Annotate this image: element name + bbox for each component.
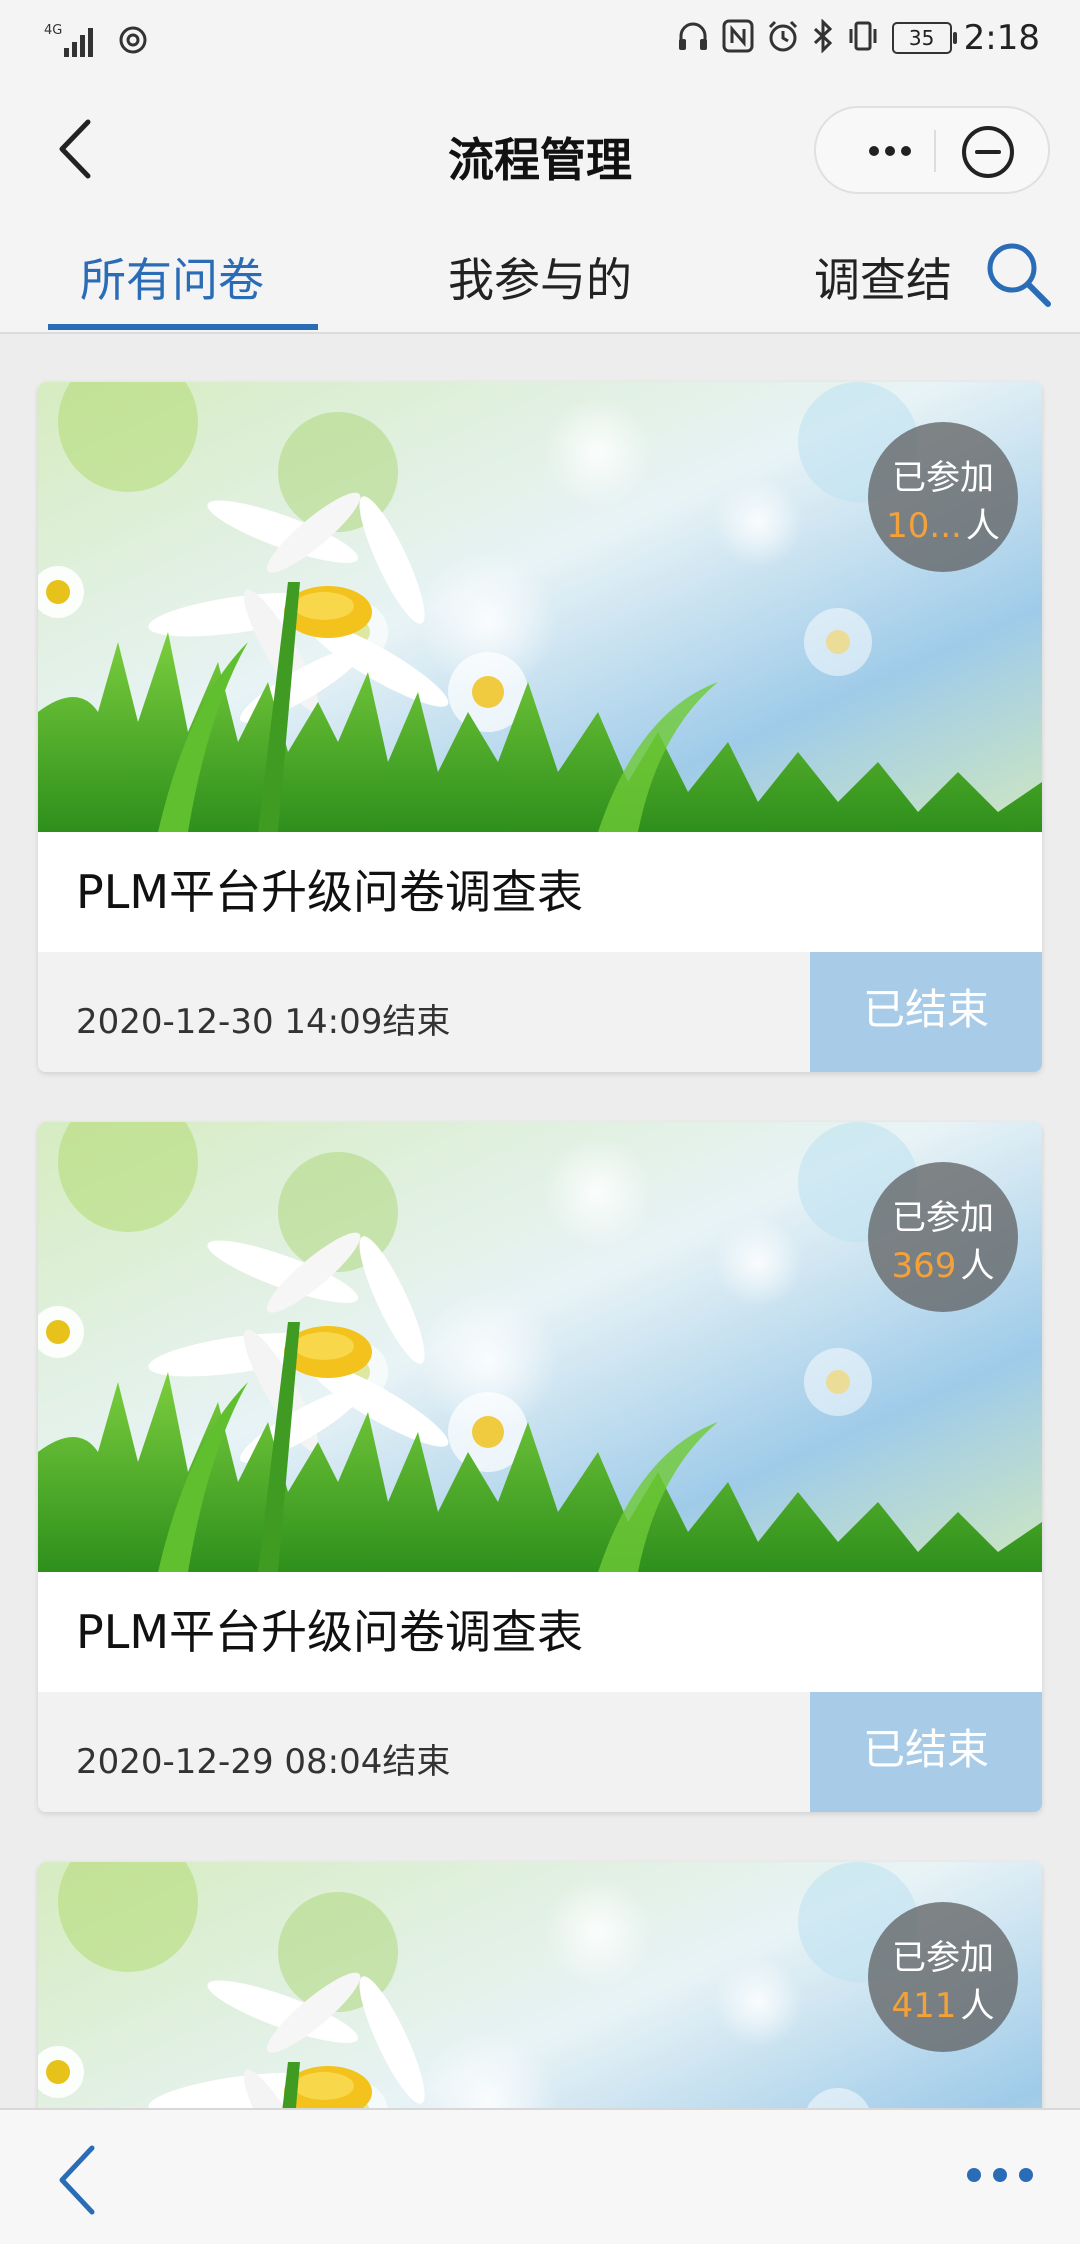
survey-title: PLM平台升级问卷调查表 [38, 832, 1042, 952]
badge-label: 已参加 [892, 1938, 994, 1978]
battery-icon: 35 [891, 22, 957, 54]
bottom-back-button[interactable] [50, 2140, 110, 2220]
participant-count: 10... [886, 506, 962, 546]
survey-card[interactable]: 已参加 10... 人 PLM平台升级问卷调查表 2020-12-30 14:09… [38, 382, 1042, 1072]
survey-card[interactable]: 已参加 369 人 PLM平台升级问卷调查表 2020-12-29 08:04结束… [38, 1122, 1042, 1812]
card-footer: 2020-12-30 14:09结束 已结束 [38, 952, 1042, 1072]
participant-unit: 人 [960, 1246, 995, 1286]
participant-unit: 人 [965, 506, 1000, 546]
nfc-icon [722, 19, 754, 57]
status-left: 4G [44, 20, 150, 64]
participants-badge: 已参加 411 人 [868, 1902, 1018, 2052]
chevron-left-icon [59, 2145, 95, 2215]
bluetooth-icon [812, 18, 834, 57]
bottom-more-button[interactable] [960, 2160, 1040, 2190]
vibrate-icon [846, 19, 880, 57]
more-dots-icon [869, 146, 911, 156]
tab-survey-results[interactable]: 调查结 [814, 244, 952, 310]
close-button[interactable] [958, 122, 1018, 182]
survey-cover-image: 已参加 10... 人 [38, 382, 1042, 832]
mini-program-capsule [814, 106, 1050, 194]
badge-label: 已参加 [892, 458, 994, 498]
status-button[interactable]: 已结束 [810, 952, 1042, 1072]
tab-all-surveys[interactable]: 所有问卷 [80, 244, 264, 310]
tab-my-participated[interactable]: 我参与的 [448, 244, 632, 310]
participant-unit: 人 [960, 1986, 995, 2026]
tab-indicator [48, 324, 318, 330]
sync-icon [116, 23, 150, 61]
title-bar: 流程管理 [0, 84, 1080, 220]
status-right: 35 2:18 [676, 18, 1040, 58]
page: 4G 35 2:18 流程管理 所有问卷 我参与的 调查结 已参加 10... … [0, 0, 1080, 2244]
badge-row: 10... 人 [868, 498, 1018, 547]
battery-level: 35 [908, 26, 935, 50]
search-button[interactable] [982, 238, 1054, 310]
bottom-nav-bar [0, 2108, 1080, 2244]
capsule-divider [934, 130, 936, 172]
participants-badge: 已参加 10... 人 [868, 422, 1018, 572]
survey-title: PLM平台升级问卷调查表 [38, 1572, 1042, 1692]
more-dots-icon [967, 2168, 1033, 2182]
participant-count: 369 [891, 1246, 957, 1286]
search-icon [987, 243, 1051, 307]
headphones-icon [676, 19, 710, 57]
more-button[interactable] [846, 124, 932, 178]
participants-badge: 已参加 369 人 [868, 1162, 1018, 1312]
badge-row: 369 人 [868, 1238, 1018, 1287]
clock: 2:18 [963, 18, 1040, 58]
badge-row: 411 人 [868, 1978, 1018, 2027]
badge-label: 已参加 [892, 1198, 994, 1238]
participant-count: 411 [891, 1986, 957, 2026]
network-label: 4G [44, 23, 62, 38]
signal-icon: 4G [44, 20, 102, 64]
minus-circle-icon [962, 126, 1014, 178]
end-date: 2020-12-30 14:09结束 [76, 1002, 451, 1042]
alarm-icon [766, 19, 800, 57]
tab-bar: 所有问卷 我参与的 调查结 [0, 220, 1080, 334]
card-footer: 2020-12-29 08:04结束 已结束 [38, 1692, 1042, 1812]
status-bar: 4G 35 2:18 [0, 0, 1080, 84]
survey-cover-image: 已参加 369 人 [38, 1122, 1042, 1572]
status-button[interactable]: 已结束 [810, 1692, 1042, 1812]
end-date: 2020-12-29 08:04结束 [76, 1742, 451, 1782]
